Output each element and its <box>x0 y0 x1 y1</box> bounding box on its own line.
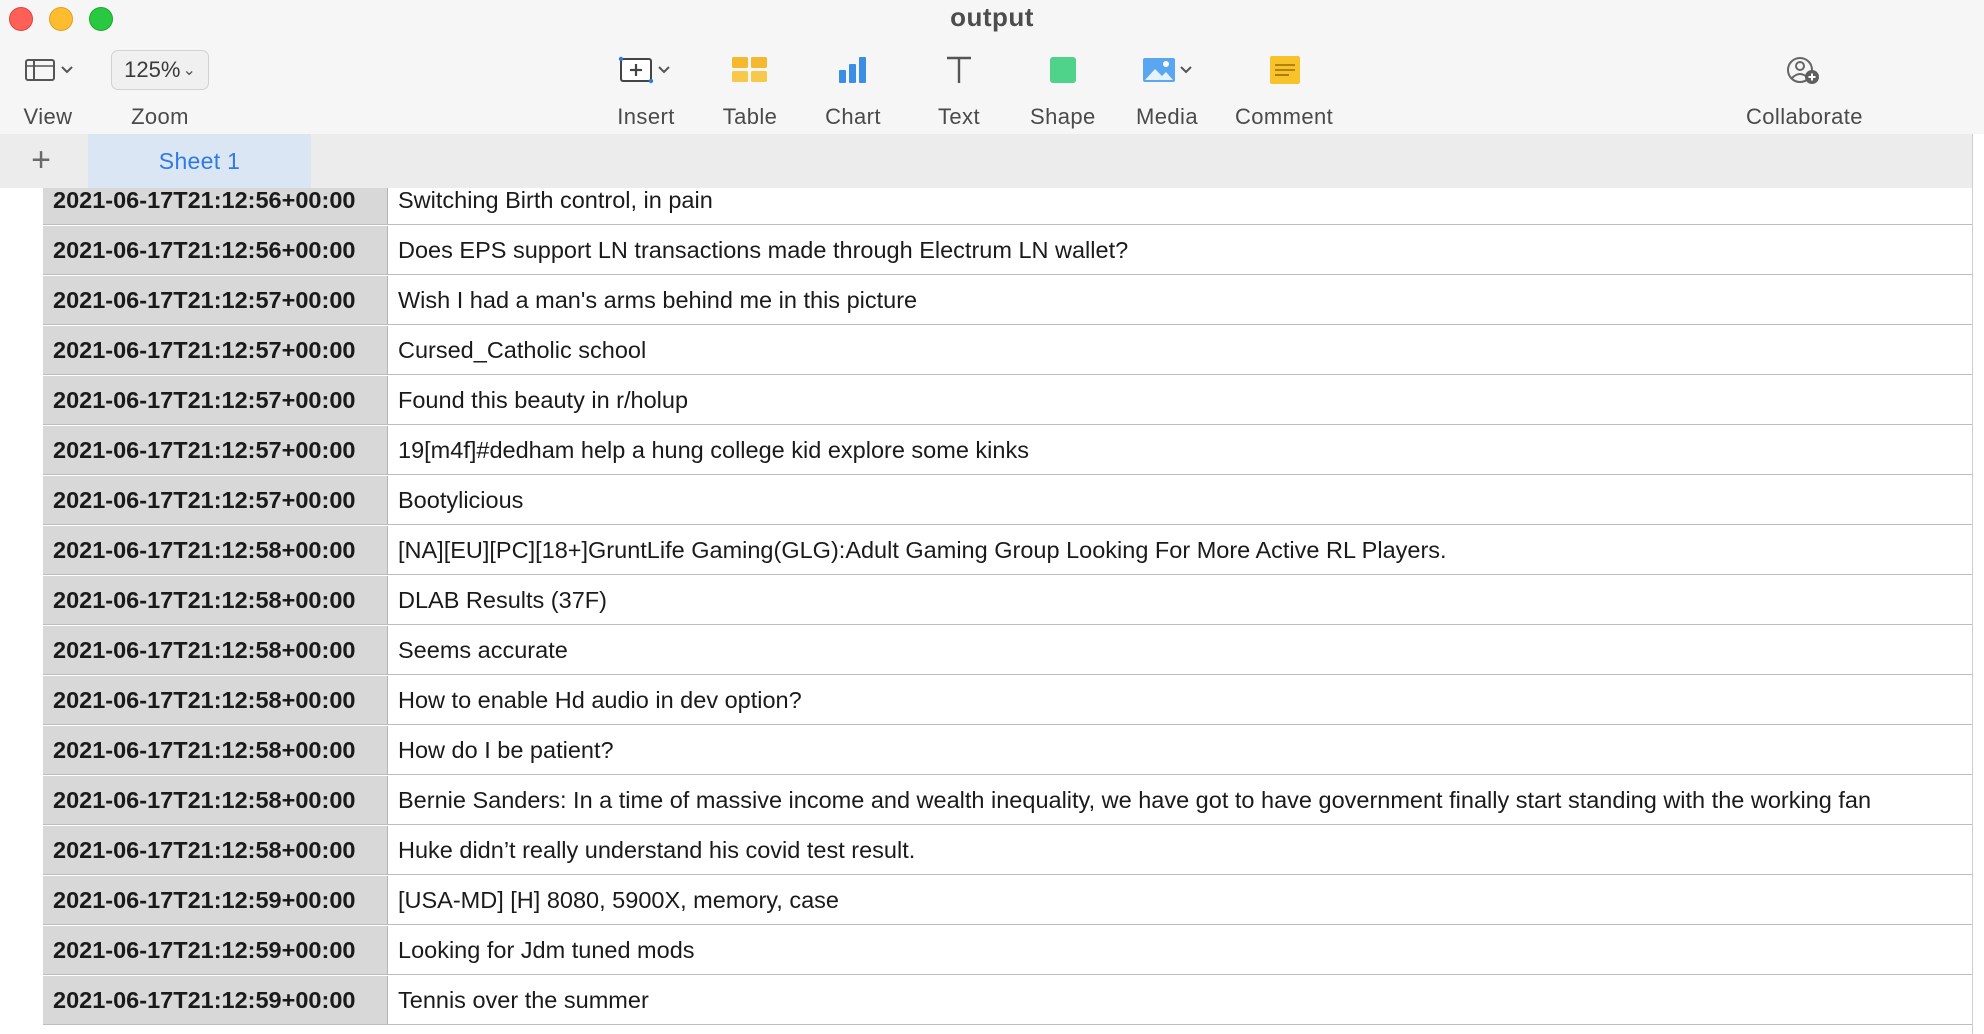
title-cell[interactable]: [USA-MD] [H] 8080, 5900X, memory, case <box>388 876 1974 925</box>
shape-icon <box>1031 48 1095 92</box>
title-cell[interactable]: Seems accurate <box>388 626 1974 675</box>
window-title: output <box>950 2 1034 32</box>
title-cell[interactable]: 19[m4f]#dedham help a hung college kid e… <box>388 426 1974 475</box>
table-icon <box>722 48 778 92</box>
table-row[interactable]: 2021-06-17T21:12:58+00:00 [NA][EU][PC][18… <box>43 526 1974 575</box>
title-cell[interactable]: Huke didn’t really understand his covid … <box>388 826 1974 875</box>
right-scroll-edge <box>1972 134 1984 1034</box>
title-cell[interactable]: Bootylicious <box>388 476 1974 525</box>
title-cell[interactable]: Does EPS support LN transactions made th… <box>388 226 1974 275</box>
table-label: Table <box>722 104 778 129</box>
title-cell[interactable]: Tennis over the summer <box>388 976 1974 1025</box>
spreadsheet-grid: 2021-06-17T21:12:56+00:00 Switching Birth… <box>0 188 1974 1034</box>
table-row[interactable]: 2021-06-17T21:12:57+00:00 19[m4f]#dedham … <box>43 426 1974 475</box>
zoom-value: 125% <box>124 57 181 82</box>
title-cell[interactable]: Switching Birth control, in pain <box>388 188 1974 225</box>
title-cell[interactable]: Wish I had a man's arms behind me in thi… <box>388 276 1974 325</box>
table-button[interactable]: Table <box>722 48 778 130</box>
sidebar-view-icon <box>20 48 76 92</box>
title-cell[interactable]: DLAB Results (37F) <box>388 576 1974 625</box>
table-row[interactable]: 2021-06-17T21:12:59+00:00 Looking for Jdm… <box>43 926 1974 975</box>
table-row[interactable]: 2021-06-17T21:12:58+00:00 Huke didn’t rea… <box>43 826 1974 875</box>
toolbar: output View 125% ⌄ Zoom Insert Table Cha… <box>0 0 1984 135</box>
zoom-select[interactable]: 125% ⌄ <box>111 50 209 90</box>
chart-label: Chart <box>825 104 881 129</box>
table-row[interactable]: 2021-06-17T21:12:56+00:00 Switching Birth… <box>43 188 1974 225</box>
timestamp-cell[interactable]: 2021-06-17T21:12:57+00:00 <box>43 326 388 375</box>
table-row[interactable]: 2021-06-17T21:12:56+00:00 Does EPS suppor… <box>43 226 1974 275</box>
view-button[interactable]: View <box>20 48 76 130</box>
timestamp-cell[interactable]: 2021-06-17T21:12:58+00:00 <box>43 626 388 675</box>
table-row[interactable]: 2021-06-17T21:12:57+00:00 Found this beau… <box>43 376 1974 425</box>
timestamp-cell[interactable]: 2021-06-17T21:12:58+00:00 <box>43 576 388 625</box>
timestamp-cell[interactable]: 2021-06-17T21:12:56+00:00 <box>43 226 388 275</box>
media-icon <box>1135 48 1199 92</box>
table-row[interactable]: 2021-06-17T21:12:59+00:00 [USA-MD] [H] 80… <box>43 876 1974 925</box>
chart-button[interactable]: Chart <box>825 48 881 130</box>
timestamp-cell[interactable]: 2021-06-17T21:12:58+00:00 <box>43 676 388 725</box>
table-row[interactable]: 2021-06-17T21:12:57+00:00 Cursed_Catholic… <box>43 326 1974 375</box>
title-cell[interactable]: How to enable Hd audio in dev option? <box>388 676 1974 725</box>
timestamp-cell[interactable]: 2021-06-17T21:12:57+00:00 <box>43 376 388 425</box>
comment-button[interactable]: Comment <box>1235 48 1333 130</box>
title-cell[interactable]: [NA][EU][PC][18+]GruntLife Gaming(GLG):A… <box>388 526 1974 575</box>
text-icon <box>935 48 983 92</box>
shape-label: Shape <box>1030 104 1096 129</box>
table-row[interactable]: 2021-06-17T21:12:57+00:00 Bootylicious <box>43 476 1974 525</box>
text-label: Text <box>938 104 980 129</box>
collaborate-button[interactable]: Collaborate <box>1746 48 1863 130</box>
zoom-control[interactable]: 125% ⌄ Zoom <box>111 48 209 130</box>
insert-icon <box>614 48 678 92</box>
timestamp-cell[interactable]: 2021-06-17T21:12:59+00:00 <box>43 976 388 1025</box>
zoom-label: Zoom <box>131 104 189 129</box>
table-row[interactable]: 2021-06-17T21:12:59+00:00 Tennis over the… <box>43 976 1974 1025</box>
chevron-down-icon: ⌄ <box>182 62 196 79</box>
bar-chart-icon <box>825 48 881 92</box>
add-sheet-button[interactable]: + <box>22 142 60 180</box>
timestamp-cell[interactable]: 2021-06-17T21:12:56+00:00 <box>43 188 388 225</box>
table-row[interactable]: 2021-06-17T21:12:58+00:00 How do I be pat… <box>43 726 1974 775</box>
timestamp-cell[interactable]: 2021-06-17T21:12:58+00:00 <box>43 726 388 775</box>
table-row[interactable]: 2021-06-17T21:12:58+00:00 How to enable H… <box>43 676 1974 725</box>
shape-button[interactable]: Shape <box>1030 48 1096 130</box>
tab-sheet-1[interactable]: Sheet 1 <box>88 134 311 188</box>
comment-label: Comment <box>1235 104 1334 129</box>
text-button[interactable]: Text <box>935 48 983 130</box>
table-row[interactable]: 2021-06-17T21:12:58+00:00 Seems accurate <box>43 626 1974 675</box>
title-cell[interactable]: Found this beauty in r/holup <box>388 376 1974 425</box>
collaborate-icon <box>1774 48 1834 92</box>
table-row[interactable]: 2021-06-17T21:12:58+00:00 DLAB Results (3… <box>43 576 1974 625</box>
table-row[interactable]: 2021-06-17T21:12:57+00:00 Wish I had a ma… <box>43 276 1974 325</box>
timestamp-cell[interactable]: 2021-06-17T21:12:58+00:00 <box>43 776 388 825</box>
insert-label: Insert <box>617 104 675 129</box>
view-label: View <box>23 104 73 129</box>
media-button[interactable]: Media <box>1135 48 1199 130</box>
insert-button[interactable]: Insert <box>614 48 678 130</box>
timestamp-cell[interactable]: 2021-06-17T21:12:58+00:00 <box>43 526 388 575</box>
media-label: Media <box>1136 104 1198 129</box>
title-cell[interactable]: Looking for Jdm tuned mods <box>388 926 1974 975</box>
timestamp-cell[interactable]: 2021-06-17T21:12:57+00:00 <box>43 426 388 475</box>
collaborate-label: Collaborate <box>1746 104 1863 129</box>
table-row[interactable]: 2021-06-17T21:12:58+00:00 Bernie Sanders:… <box>43 776 1974 825</box>
timestamp-cell[interactable]: 2021-06-17T21:12:57+00:00 <box>43 476 388 525</box>
title-cell[interactable]: Bernie Sanders: In a time of massive inc… <box>388 776 1974 825</box>
timestamp-cell[interactable]: 2021-06-17T21:12:57+00:00 <box>43 276 388 325</box>
sheet-tab-bar: + Sheet 1 <box>0 134 1984 189</box>
title-cell[interactable]: How do I be patient? <box>388 726 1974 775</box>
timestamp-cell[interactable]: 2021-06-17T21:12:59+00:00 <box>43 926 388 975</box>
timestamp-cell[interactable]: 2021-06-17T21:12:59+00:00 <box>43 876 388 925</box>
title-cell[interactable]: Cursed_Catholic school <box>388 326 1974 375</box>
comment-icon <box>1256 48 1312 92</box>
timestamp-cell[interactable]: 2021-06-17T21:12:58+00:00 <box>43 826 388 875</box>
